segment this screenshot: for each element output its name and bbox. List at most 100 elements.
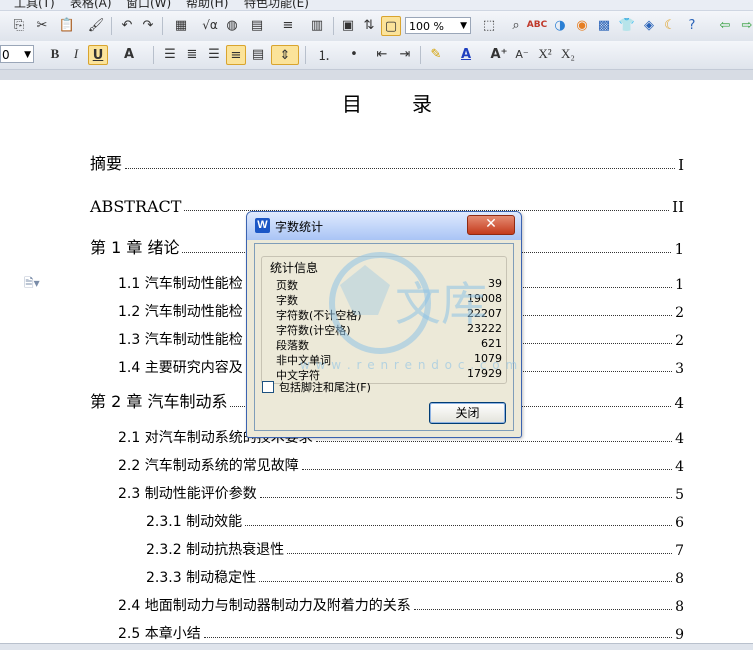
columns-icon[interactable]: ≡ <box>277 16 299 34</box>
subscript-icon[interactable]: X₂ <box>559 45 577 63</box>
menu-tools[interactable]: 工具(T) <box>14 0 55 10</box>
font-effect-icon[interactable]: A <box>120 45 138 63</box>
toc-entry-page: 1 <box>675 277 684 293</box>
align-left-icon[interactable]: ☰ <box>161 45 179 63</box>
toc-entry-page: 4 <box>675 431 684 447</box>
stat-label: 非中文单词 <box>276 354 331 367</box>
stat-label: 字符数(计空格) <box>276 324 351 337</box>
shield-icon[interactable]: ◈ <box>640 16 658 34</box>
toc-entry-label: 2.3 制动性能评价参数 <box>118 486 257 502</box>
include-footnotes-label[interactable]: 包括脚注和尾注(F) <box>279 379 371 395</box>
document-map-icon[interactable]: ▣ <box>339 16 357 34</box>
show-marks-icon[interactable]: ⇅ <box>360 16 378 34</box>
format-painter-icon[interactable]: 🖌 <box>87 16 105 34</box>
stat-value: 23222 <box>467 322 502 335</box>
chevron-down-icon: ▼ <box>24 50 31 60</box>
hyperlink-globe-icon[interactable]: ◍ <box>223 16 241 34</box>
stat-value: 19008 <box>467 292 502 305</box>
align-center-icon[interactable]: ≣ <box>183 45 201 63</box>
cut-icon[interactable]: ✂ <box>33 16 51 34</box>
back-arrow-icon[interactable]: ⇦ <box>716 16 734 34</box>
toc-entry[interactable]: 2.4 地面制动力与制动器制动力及附着力的关系 8 <box>118 593 684 615</box>
increase-indent-icon[interactable]: ⇥ <box>396 45 414 63</box>
bullet-list-icon[interactable]: • <box>342 45 366 63</box>
paragraph-marker-icon[interactable]: 🗎▾ <box>24 274 40 295</box>
redo-icon[interactable]: ↷ <box>139 16 157 34</box>
toc-entry-page: 4 <box>675 459 684 475</box>
full-screen-icon[interactable]: ▢ <box>381 16 401 36</box>
stat-row: 字符数(不计空格) 22207 <box>276 307 502 322</box>
undo-icon[interactable]: ↶ <box>118 16 136 34</box>
toc-entry-page: 5 <box>675 487 684 503</box>
toc-entry[interactable]: 2.5 本章小结 9 <box>118 621 684 643</box>
stats-group: 统计信息 页数 39 字数 19008 字符数(不计空格) 22207 字符数(计空格… <box>261 256 507 384</box>
numbered-list-icon[interactable]: ⒈ <box>312 45 336 64</box>
stat-row: 页数 39 <box>276 277 502 292</box>
justify-icon[interactable]: ≡ <box>226 45 246 65</box>
share-icon[interactable]: ◉ <box>573 16 591 34</box>
toc-entry[interactable]: 2.2 汽车制动系统的常见故障 4 <box>118 453 684 475</box>
moon-icon[interactable]: ☾ <box>661 16 679 34</box>
toc-entry-label: 1.3 汽车制动性能检 <box>118 332 243 348</box>
copy-icon[interactable]: ⎘ <box>10 16 28 34</box>
line-spacing-icon[interactable]: ⇕ <box>271 45 299 65</box>
toc-entry-label: 1.2 汽车制动性能检 <box>118 304 243 320</box>
stat-value: 621 <box>481 337 502 350</box>
insert-table-icon[interactable]: ▦ <box>170 16 192 34</box>
shirt-icon[interactable]: 👕 <box>618 16 636 34</box>
decrease-indent-icon[interactable]: ⇤ <box>373 45 391 63</box>
toc-entry[interactable]: 2.3.2 制动抗热衰退性 7 <box>146 537 684 559</box>
stat-label: 字数 <box>276 294 298 307</box>
toc-entry-label: 2.2 汽车制动系统的常见故障 <box>118 458 299 474</box>
align-right-icon[interactable]: ☰ <box>205 45 223 63</box>
table-grid-icon[interactable]: ▤ <box>246 16 268 34</box>
menu-help[interactable]: 帮助(H) <box>186 0 228 10</box>
toc-leader <box>259 581 673 582</box>
toc-leader <box>259 497 673 498</box>
toc-entry[interactable]: 2.3.3 制动稳定性 8 <box>146 565 684 587</box>
grow-font-icon[interactable]: A⁺ <box>490 45 508 63</box>
toc-entry[interactable]: 摘要 I <box>90 152 684 174</box>
zoom-select[interactable]: 100 % ▼ <box>405 17 471 34</box>
toc-leader <box>203 637 673 638</box>
toc-entry-page: 2 <box>675 305 684 321</box>
menu-window[interactable]: 窗口(W) <box>126 0 171 10</box>
toc-leader <box>413 609 673 610</box>
shrink-font-icon[interactable]: A⁻ <box>513 45 531 63</box>
font-size-value: 0 <box>2 48 10 62</box>
highlight-icon[interactable]: ✎ <box>427 45 445 63</box>
menu-features[interactable]: 特色功能(E) <box>244 0 309 10</box>
toc-entry-page: 7 <box>675 543 684 559</box>
toc-entry-label: 2.5 本章小结 <box>118 626 201 642</box>
formula-icon[interactable]: √α <box>199 16 221 34</box>
document-icon[interactable]: ▩ <box>595 16 613 34</box>
bold-button[interactable]: B <box>46 45 64 63</box>
translate-icon[interactable]: ◑ <box>551 16 569 34</box>
toolbar-separator <box>420 46 421 64</box>
toc-entry-page: 2 <box>675 333 684 349</box>
superscript-icon[interactable]: X² <box>536 45 554 63</box>
dialog-titlebar[interactable]: W 字数统计 ✕ <box>247 212 521 240</box>
paste-icon[interactable]: 📋 <box>56 16 78 34</box>
underline-button[interactable]: U <box>88 45 108 65</box>
include-footnotes-checkbox[interactable] <box>262 381 274 393</box>
font-size-field[interactable]: 0 ▼ <box>0 45 34 63</box>
select-icon[interactable]: ⬚ <box>478 16 500 34</box>
forward-arrow-icon[interactable]: ⇨ <box>738 16 753 34</box>
italic-button[interactable]: I <box>67 45 85 63</box>
toc-entry-label: 第 2 章 汽车制动系 <box>90 392 228 411</box>
menu-table[interactable]: 表格(A) <box>70 0 112 10</box>
chart-icon[interactable]: ▥ <box>306 16 328 34</box>
close-dialog-button[interactable]: 关闭 <box>429 402 506 424</box>
help-icon[interactable]: ? <box>683 16 701 34</box>
toc-heading-char: 目 <box>342 92 364 116</box>
toc-entry-page: 9 <box>675 627 684 643</box>
distributed-icon[interactable]: ▤ <box>249 45 267 63</box>
toc-entry[interactable]: 2.3 制动性能评价参数 5 <box>118 481 684 503</box>
toc-entry[interactable]: 2.3.1 制动效能 6 <box>146 509 684 531</box>
find-icon[interactable]: ⌕ <box>507 16 525 34</box>
spellcheck-icon[interactable]: ABC <box>527 16 547 34</box>
font-color-icon[interactable]: A <box>457 45 475 63</box>
dialog-close-button[interactable]: ✕ <box>467 215 515 235</box>
toc-leader <box>125 168 676 169</box>
